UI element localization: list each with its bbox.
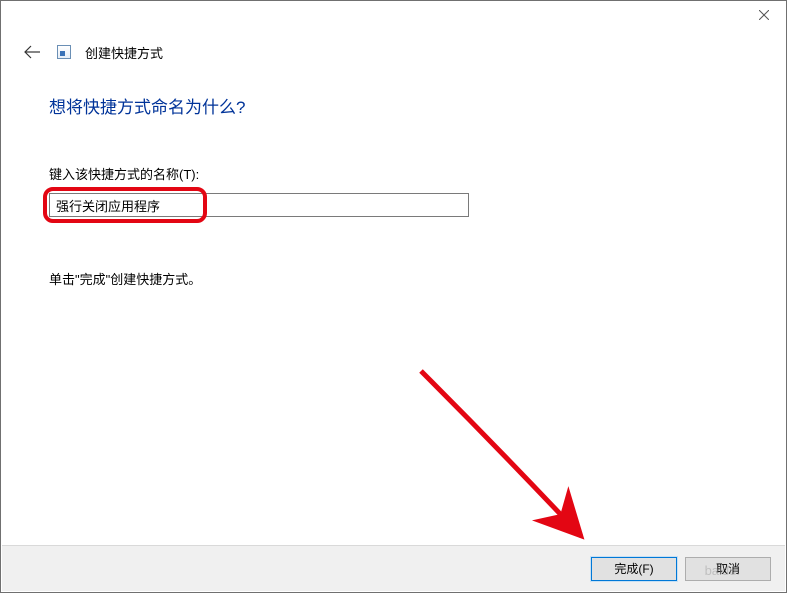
name-field-wrap bbox=[49, 193, 469, 217]
dialog-footer: 完成(F) 取消 bbox=[2, 545, 785, 591]
back-button[interactable] bbox=[21, 41, 43, 63]
back-arrow-icon bbox=[23, 45, 41, 59]
name-field-label: 键入该快捷方式的名称(T): bbox=[49, 164, 786, 183]
close-button[interactable] bbox=[741, 1, 786, 29]
wizard-title: 创建快捷方式 bbox=[85, 43, 163, 62]
finish-button[interactable]: 完成(F) bbox=[591, 557, 677, 581]
wizard-heading: 想将快捷方式命名为什么? bbox=[49, 93, 786, 118]
cancel-button[interactable]: 取消 bbox=[685, 557, 771, 581]
shortcut-name-input[interactable] bbox=[49, 193, 469, 217]
wizard-content: 想将快捷方式命名为什么? 键入该快捷方式的名称(T): 单击"完成"创建快捷方式… bbox=[1, 63, 786, 288]
wizard-header: 创建快捷方式 bbox=[1, 31, 786, 63]
dialog-window: 创建快捷方式 想将快捷方式命名为什么? 键入该快捷方式的名称(T): 单击"完成… bbox=[0, 0, 787, 593]
wizard-instruction: 单击"完成"创建快捷方式。 bbox=[49, 269, 786, 288]
titlebar bbox=[1, 1, 786, 31]
close-icon bbox=[759, 10, 769, 20]
shortcut-icon bbox=[57, 45, 71, 59]
